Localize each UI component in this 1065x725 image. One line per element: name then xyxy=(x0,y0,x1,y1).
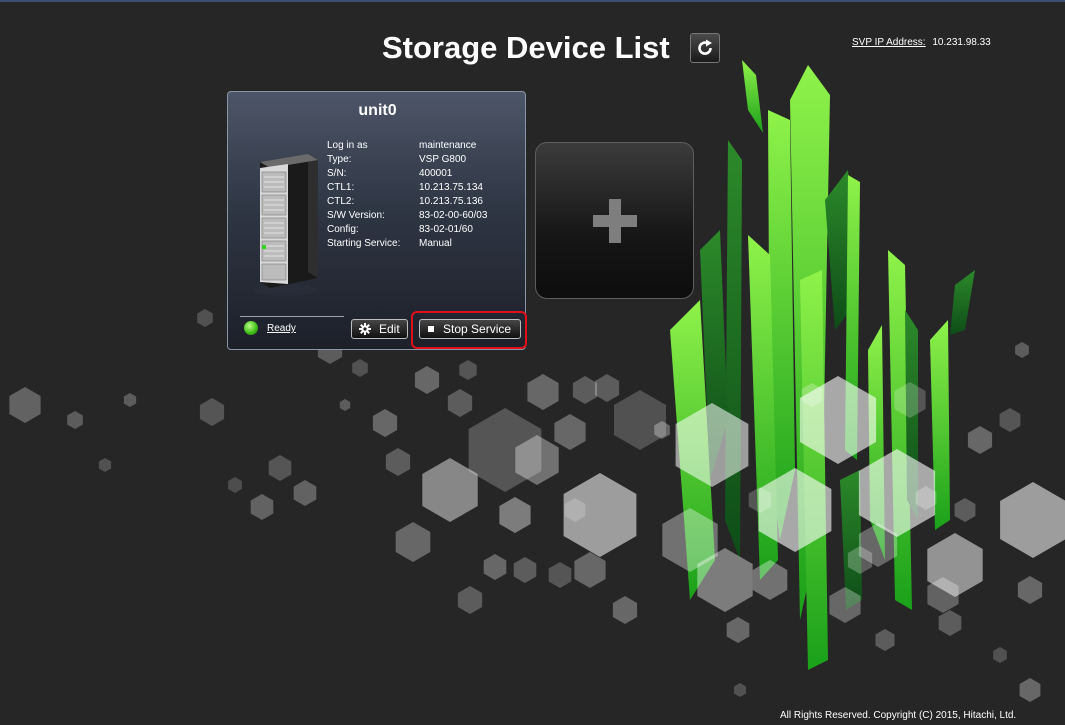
bokeh-hexagon xyxy=(594,374,620,402)
bokeh-hexagon xyxy=(1000,482,1065,558)
device-info-row: S/W Version: 83-02-00-60/03 xyxy=(327,209,487,223)
bokeh-hexagon xyxy=(123,393,137,407)
bokeh-hexagon xyxy=(352,359,368,377)
bokeh-hexagon xyxy=(726,617,750,643)
svp-address-label[interactable]: SVP IP Address: xyxy=(852,37,926,48)
page-title: Storage Device List xyxy=(382,30,670,65)
bokeh-hexagon xyxy=(554,414,586,450)
bokeh-hexagon xyxy=(954,498,976,522)
bokeh-hexagon xyxy=(457,586,483,614)
svp-address: SVP IP Address: 10.231.98.33 xyxy=(852,37,991,48)
device-info-value: maintenance xyxy=(419,140,477,151)
device-info-value: 83-02-01/60 xyxy=(419,224,473,235)
device-info-value: 83-02-00-60/03 xyxy=(419,210,488,221)
bokeh-hexagon xyxy=(268,455,292,481)
bokeh-hexagon xyxy=(385,448,411,476)
add-storage-device-button[interactable] xyxy=(535,142,694,299)
device-info-label: Config: xyxy=(327,224,359,235)
plus-icon xyxy=(592,198,637,243)
bokeh-hexagon xyxy=(447,389,473,417)
bokeh-hexagon xyxy=(250,494,274,520)
device-info-label: S/W Version: xyxy=(327,210,385,221)
gear-icon xyxy=(359,323,371,335)
bokeh-hexagon xyxy=(614,390,666,450)
status-indicator-icon xyxy=(244,321,258,335)
edit-button[interactable]: Edit xyxy=(351,319,408,339)
bokeh-hexagon xyxy=(752,560,788,600)
device-info-row: Config: 83-02-01/60 xyxy=(327,223,487,237)
bokeh-hexagon xyxy=(372,409,398,437)
bokeh-hexagon xyxy=(527,374,559,410)
bokeh-hexagon xyxy=(98,458,112,472)
device-info-label: CTL2: xyxy=(327,196,355,207)
device-info-value: Manual xyxy=(419,238,452,249)
server-rack-icon xyxy=(254,154,318,296)
device-info-label: CTL1: xyxy=(327,182,355,193)
device-info-value: VSP G800 xyxy=(419,154,467,165)
device-info-label: S/N: xyxy=(327,168,347,179)
device-info-row: S/N: 400001 xyxy=(327,167,487,181)
stop-square-icon xyxy=(428,326,434,332)
edit-button-label: Edit xyxy=(379,322,400,336)
bokeh-hexagon xyxy=(612,596,638,624)
stop-service-label: Stop Service xyxy=(443,322,512,336)
device-info-label: Type: xyxy=(327,154,352,165)
device-info-value: 400001 xyxy=(419,168,453,179)
bokeh-hexagon xyxy=(459,360,477,380)
bokeh-hexagon xyxy=(548,562,572,588)
bokeh-hexagon xyxy=(228,477,242,493)
bokeh-hexagon xyxy=(733,683,747,697)
status-link[interactable]: Ready xyxy=(267,323,296,334)
bokeh-hexagon xyxy=(197,309,213,327)
bokeh-hexagon xyxy=(293,480,317,506)
bokeh-hexagon xyxy=(199,398,225,426)
bokeh-hexagon xyxy=(339,399,351,411)
refresh-icon xyxy=(698,39,712,55)
bokeh-hexagon xyxy=(967,426,993,454)
device-info: Log in as maintenance Type: VSP G800 S/N: 400… xyxy=(327,139,487,251)
device-name: unit0 xyxy=(358,102,397,119)
bokeh-hexagon xyxy=(67,411,83,429)
device-info-label: Starting Service: xyxy=(327,238,401,249)
device-card[interactable]: unit0 Log in as maintenance Type: VSP G800 S… xyxy=(227,91,527,350)
bokeh-hexagon xyxy=(1019,678,1041,702)
bokeh-hexagon xyxy=(513,557,537,583)
bokeh-hexagon xyxy=(574,552,606,588)
bokeh-hexagon xyxy=(875,629,895,651)
bokeh-hexagon xyxy=(1017,576,1043,604)
copyright-text: All Rights Reserved. Copyright (C) 2015,… xyxy=(780,710,1017,721)
device-info-row: Type: VSP G800 xyxy=(327,153,487,167)
device-info-value: 10.213.75.134 xyxy=(419,182,483,193)
stop-service-button[interactable]: Stop Service xyxy=(419,319,521,339)
bokeh-hexagon xyxy=(9,387,41,423)
bokeh-hexagon xyxy=(563,473,637,557)
device-info-label: Log in as xyxy=(327,140,368,151)
bokeh-hexagon xyxy=(395,522,431,562)
device-info-row: Starting Service: Manual xyxy=(327,237,487,251)
bokeh-hexagon xyxy=(1015,342,1029,358)
refresh-button[interactable] xyxy=(690,33,720,63)
device-info-row: CTL2: 10.213.75.136 xyxy=(327,195,487,209)
bokeh-hexagon xyxy=(938,610,962,636)
bokeh-hexagon xyxy=(499,497,531,533)
bokeh-hexagon xyxy=(483,554,507,580)
bokeh-hexagon xyxy=(999,408,1021,432)
device-info-row: Log in as maintenance xyxy=(327,139,487,153)
status-divider xyxy=(240,316,344,317)
svp-address-value: 10.231.98.33 xyxy=(932,37,991,48)
bokeh-hexagon xyxy=(993,647,1007,663)
bokeh-hexagon xyxy=(572,376,598,404)
device-info-value: 10.213.75.136 xyxy=(419,196,483,207)
background-artwork xyxy=(9,60,1065,702)
bokeh-hexagon xyxy=(414,366,440,394)
device-info-row: CTL1: 10.213.75.134 xyxy=(327,181,487,195)
